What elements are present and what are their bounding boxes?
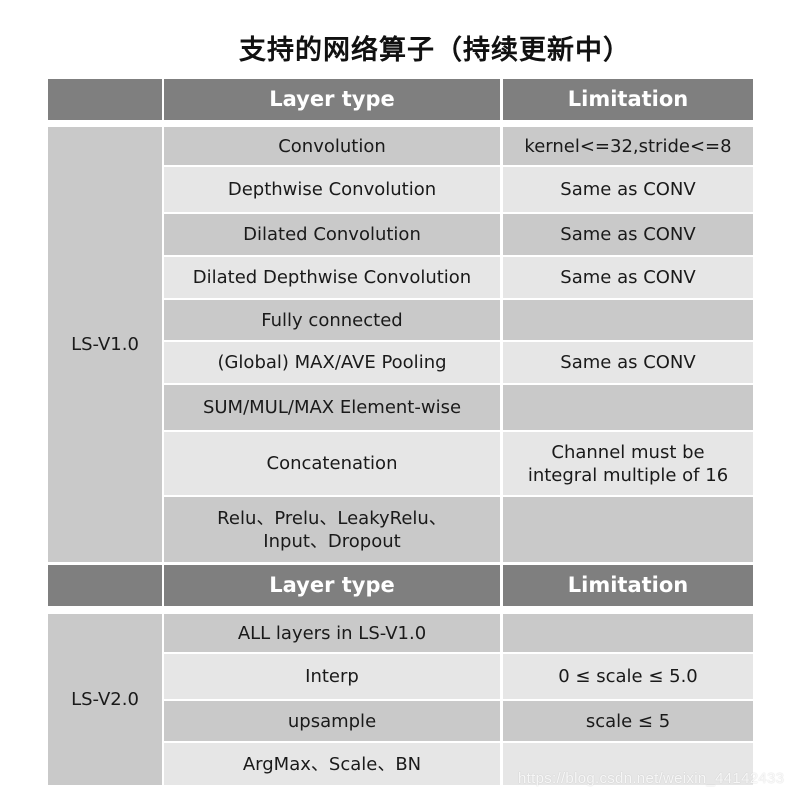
limitation-cell: Same as CONV <box>503 167 753 212</box>
header-limitation: Limitation <box>503 565 753 606</box>
layer-type-cell: (Global) MAX/AVE Pooling <box>164 342 500 383</box>
layer-type-cell: SUM/MUL/MAX Element-wise <box>164 385 500 430</box>
limitation-cell <box>503 614 753 652</box>
limitation-cell: scale ≤ 5 <box>503 701 753 741</box>
layer-type-cell: Fully connected <box>164 300 500 340</box>
limitation-cell: Same as CONV <box>503 214 753 255</box>
layer-type-cell: Dilated Depthwise Convolution <box>164 257 500 298</box>
limitation-cell: kernel<=32,stride<=8 <box>503 127 753 165</box>
header-layer-type: Layer type <box>164 79 500 120</box>
limitation-cell: Same as CONV <box>503 342 753 383</box>
header-limitation: Limitation <box>503 79 753 120</box>
layer-type-cell: Interp <box>164 654 500 699</box>
version-group-label: LS-V2.0 <box>48 614 162 785</box>
watermark: https://blog.csdn.net/weixin_44142433 <box>518 770 785 787</box>
header-layer-type: Layer type <box>164 565 500 606</box>
layer-type-cell: upsample <box>164 701 500 741</box>
layer-type-cell: ArgMax、Scale、BN <box>164 743 500 785</box>
layer-type-cell: Convolution <box>164 127 500 165</box>
layer-type-cell: ALL layers in LS-V1.0 <box>164 614 500 652</box>
layer-type-cell: Concatenation <box>164 432 500 495</box>
limitation-cell <box>503 300 753 340</box>
limitation-cell <box>503 497 753 562</box>
layer-type-cell: Dilated Convolution <box>164 214 500 255</box>
page-title: 支持的网络算子（持续更新中） <box>239 35 631 66</box>
limitation-cell: Channel must be integral multiple of 16 <box>503 432 753 495</box>
limitation-cell: 0 ≤ scale ≤ 5.0 <box>503 654 753 699</box>
limitation-cell <box>503 385 753 430</box>
layer-type-cell: Relu、Prelu、LeakyRelu、 Input、Dropout <box>164 497 500 562</box>
limitation-cell: Same as CONV <box>503 257 753 298</box>
layer-type-cell: Depthwise Convolution <box>164 167 500 212</box>
header-group-cell <box>48 565 162 606</box>
version-group-label: LS-V1.0 <box>48 127 162 562</box>
header-group-cell <box>48 79 162 120</box>
